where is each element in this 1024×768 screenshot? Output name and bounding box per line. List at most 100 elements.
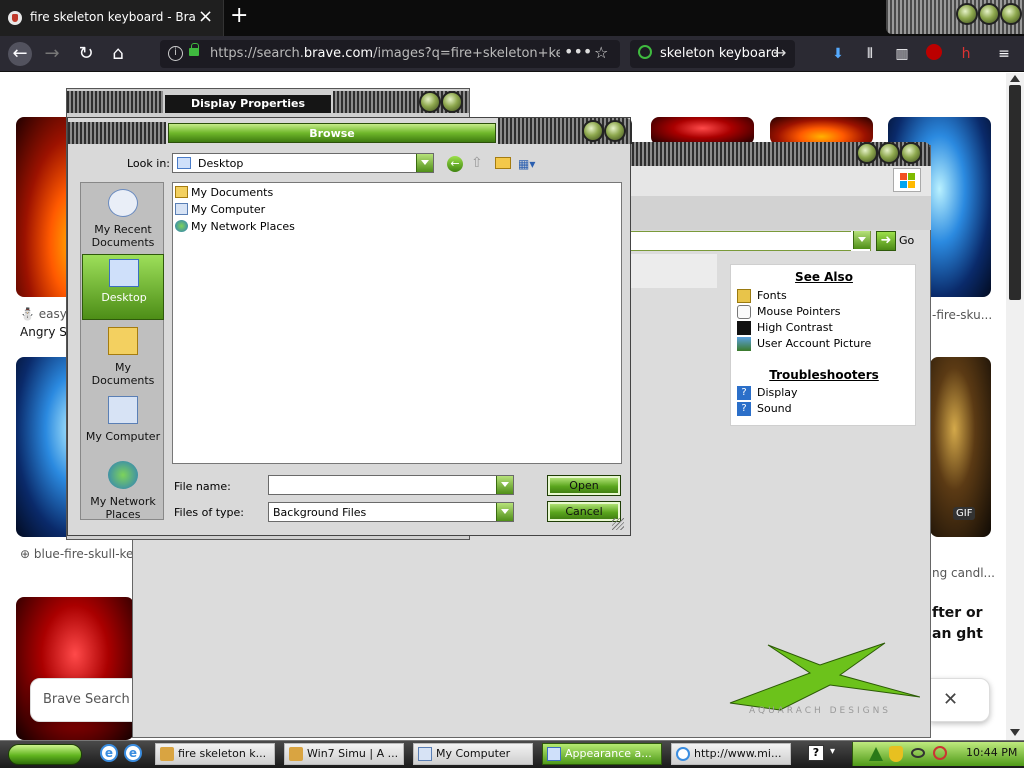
tray-status-icon[interactable] [911,748,925,758]
back-arrow-icon[interactable]: ← [8,42,32,66]
files-of-type-combo[interactable]: Background Files [268,502,514,522]
file-item-my-computer[interactable]: My Computer [175,203,265,216]
file-item-my-network-places[interactable]: My Network Places [175,220,295,233]
ie-quicklaunch-icon[interactable]: e [124,744,142,762]
skull-app-icon [160,747,174,761]
download-icon[interactable]: ⬇ [828,44,848,64]
task-fire-skeleton[interactable]: fire skeleton k... [155,743,275,765]
file-list[interactable]: My Documents My Computer My Network Plac… [172,182,622,464]
task-appearance[interactable]: Appearance a... [542,743,662,765]
go-label[interactable]: Go [899,234,914,247]
appearance-maximize-icon[interactable] [878,142,900,164]
help-icon[interactable]: ? [808,745,824,761]
task-my-computer[interactable]: My Computer [413,743,533,765]
appearance-close-icon[interactable] [900,142,922,164]
place-label: My Recent Documents [91,223,155,249]
troubleshooter-sound[interactable]: Sound [757,402,792,415]
bookmark-star-icon[interactable]: ☆ [594,43,608,62]
page-actions-icon[interactable]: ••• [564,42,592,61]
ie-quicklaunch-icon[interactable]: e [100,744,118,762]
look-in-combo[interactable]: Desktop [172,153,434,173]
my-documents-folder-icon [108,327,138,355]
file-name-dropdown-icon[interactable] [496,476,513,494]
result1-source[interactable]: ⛄ easy- [20,307,71,321]
go-arrow-icon[interactable]: ➜ [876,231,896,251]
scroll-thumb[interactable] [1009,85,1021,300]
minimize-orb-icon[interactable] [956,3,978,25]
display-properties-title: Display Properties [165,95,331,113]
menu-hamburger-icon[interactable]: ≡ [994,44,1014,64]
result-image-flames[interactable] [770,117,873,145]
browser-tab-active[interactable]: fire skeleton keyboard - Brave Search × [0,0,224,36]
file-item-my-documents[interactable]: My Documents [175,186,273,199]
tray-app-icon[interactable] [869,747,883,761]
close-orb-icon[interactable] [1000,3,1022,25]
new-tab-icon[interactable]: + [230,4,248,28]
place-my-documents[interactable]: My Documents [82,323,164,389]
back-icon[interactable]: ← [447,156,463,172]
resize-grip-icon[interactable] [612,518,624,530]
home-icon[interactable]: ⌂ [106,42,130,66]
open-button[interactable]: Open [547,475,621,496]
look-in-label: Look in: [127,157,170,170]
place-desktop[interactable]: Desktop [82,254,164,320]
place-my-network-places[interactable]: My Network Places [82,457,164,523]
look-in-dropdown-icon[interactable] [416,154,433,172]
new-folder-icon[interactable] [495,157,511,169]
scroll-down-icon[interactable] [1010,729,1020,736]
tray-expand-icon[interactable]: ▾ [830,746,835,757]
search-box[interactable]: skeleton keyboard → [630,40,795,68]
browse-help-orb-icon[interactable] [582,120,604,142]
up-folder-icon[interactable]: ⇧ [471,155,483,171]
sidebar-icon[interactable]: ▥ [892,44,912,64]
address-bar[interactable]: i https://search.brave.com/images?q=fire… [160,40,620,68]
close-tab-icon[interactable]: × [198,7,213,27]
display-close-orb-icon[interactable] [441,91,463,113]
see-also-fonts[interactable]: Fonts [757,289,787,302]
place-label: My Computer [85,430,161,443]
ublock-shield-icon[interactable] [924,44,944,64]
scroll-up-icon[interactable] [1010,75,1020,82]
banner-close-icon[interactable]: ✕ [943,689,958,710]
result3-source[interactable]: ⊕ blue-fire-skull-key [20,547,141,561]
page-scrollbar[interactable] [1006,73,1024,740]
taskbar-clock[interactable]: 10:44 PM [966,746,1017,759]
result2-title[interactable]: -fire-sku... [932,308,992,322]
forward-arrow-icon[interactable]: → [40,42,64,66]
address-dropdown-icon[interactable] [853,231,870,249]
fonts-folder-icon [737,289,751,303]
result-image-text-card[interactable]: fter or an ght [930,597,991,677]
appearance-minimize-icon[interactable] [856,142,878,164]
result-image-red-fire[interactable] [651,117,754,145]
security-shield-icon[interactable] [889,746,903,762]
library-icon[interactable]: ⫴ [860,44,880,64]
browse-close-orb-icon[interactable] [604,120,626,142]
help-question-icon: ? [737,386,751,400]
result4-title[interactable]: ng candl... [932,566,995,580]
task-ie-window[interactable]: http://www.mi... [671,743,791,765]
info-icon[interactable]: i [168,46,183,61]
appearance-address-field[interactable] [630,231,871,251]
search-go-arrow-icon[interactable]: → [773,43,786,62]
maximize-orb-icon[interactable] [978,3,1000,25]
see-also-mouse-pointers[interactable]: Mouse Pointers [757,305,841,318]
cancel-button[interactable]: Cancel [547,501,621,522]
result-image-candle[interactable]: GIF [930,357,991,537]
see-also-user-account-picture[interactable]: User Account Picture [757,337,871,350]
start-button[interactable] [8,744,82,765]
place-label: Desktop [101,291,147,304]
mouse-icon [737,305,751,319]
place-my-recent-documents[interactable]: My Recent Documents [82,185,164,251]
reload-icon[interactable]: ↻ [74,42,98,66]
extension-h-icon[interactable]: h [956,44,976,64]
place-my-computer[interactable]: My Computer [82,392,164,458]
search-icon[interactable] [933,746,947,760]
troubleshooter-display[interactable]: Display [757,386,798,399]
file-name-combo[interactable] [268,475,514,495]
task-win7-simu[interactable]: Win7 Simu | A ... [284,743,404,765]
view-menu-icon[interactable]: ▦▾ [518,157,535,171]
files-of-type-dropdown-icon[interactable] [496,503,513,521]
user-picture-icon [737,337,751,351]
see-also-high-contrast[interactable]: High Contrast [757,321,833,334]
display-help-orb-icon[interactable] [419,91,441,113]
